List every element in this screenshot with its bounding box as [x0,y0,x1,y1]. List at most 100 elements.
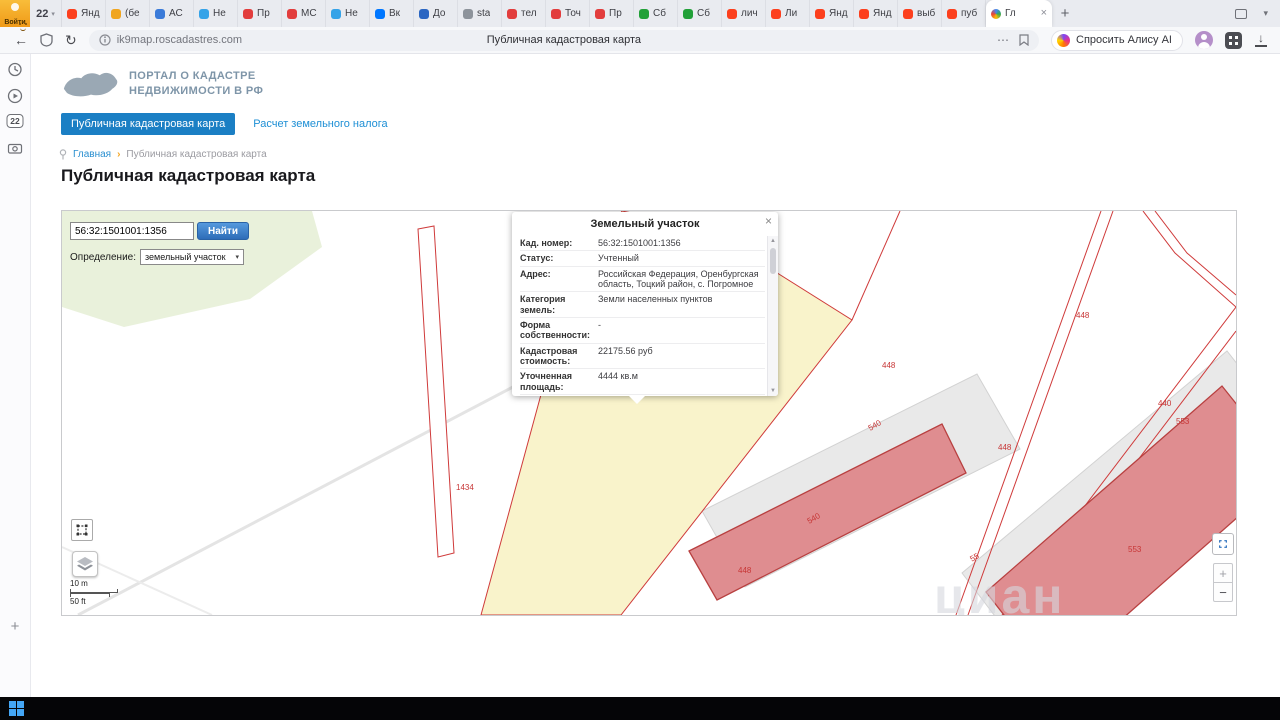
browser-tab[interactable]: Точ [546,0,590,27]
browser-tab[interactable]: Не [326,0,370,27]
tab-label: Гл [1005,8,1016,19]
browser-tab[interactable]: Янд [854,0,898,27]
search-button[interactable]: Найти [197,222,249,240]
tab-label: sta [477,8,491,19]
browser-tab[interactable]: sta [458,0,502,27]
start-logo-pane [9,709,16,716]
collapse-tabs-icon[interactable]: ▾ [1263,8,1268,19]
popup-row: Форма собственности: - [520,318,765,344]
tabs-panel-badge[interactable]: 22 [6,114,24,128]
scroll-up-icon[interactable]: ▲ [768,238,778,244]
browser-tab[interactable]: тел [502,0,546,27]
area-select-button[interactable] [71,519,93,541]
tab-label: (бе [125,8,140,19]
browser-tab[interactable]: Сб [634,0,678,27]
popup-row: Кадастровая стоимость: 22175.56 руб [520,344,765,370]
browser-tab[interactable]: Янд [810,0,854,27]
cadastral-map[interactable]: 143444844844844844055355354054055 циан Н… [61,210,1237,616]
tab-panel-icon[interactable] [1235,8,1248,19]
scrollbar-thumb[interactable] [770,248,776,274]
browser-tab[interactable]: Пр [590,0,634,27]
breadcrumb-home-link[interactable]: Главная [73,149,111,160]
logo-line2: НЕДВИЖИМОСТИ В РФ [129,85,264,97]
browser-tab[interactable]: выб [898,0,942,27]
browser-tab[interactable]: Сб [678,0,722,27]
protect-shield-icon[interactable] [40,33,53,47]
browser-profile-button[interactable]: Войти [0,0,30,27]
tab-list: Янд (бе АС Не Пр МС Не Вк До sta тел Точ Пр Сб Сб лич Ли… [62,0,986,27]
close-icon[interactable]: × [1041,8,1047,19]
tab-label: Сб [653,8,666,19]
downloads-button[interactable]: ↓ [1254,31,1268,48]
reload-button[interactable]: ↻ [65,33,77,47]
layers-button[interactable] [72,551,98,577]
map-filter-bar: Определение: земельный участок ▾ [70,249,245,265]
browser-tab[interactable]: Вк [370,0,414,27]
new-tab-button[interactable]: + [1052,0,1078,27]
parcel-info-popup: Земельный участок × Кад. номер: 56:32:150… [512,212,778,396]
chevron-down-icon: ▾ [51,10,55,18]
logo-line1: ПОРТАЛ О КАДАСТРЕ [129,69,256,82]
map-scale: 10 m 50 ft [70,579,118,606]
tab-count-value: 22 [36,7,49,20]
popup-row-value: 56:32:1501001:1356 [598,238,681,248]
start-button[interactable] [9,701,24,716]
cadastral-search-input[interactable] [70,222,194,240]
tab-favicon [551,8,561,19]
tab-favicon [859,8,869,19]
ask-alice-button[interactable]: Спросить Алису AI [1051,29,1183,51]
screenshot-camera-icon[interactable] [7,142,23,154]
popup-scrollbar[interactable]: ▲ ▼ [767,236,778,396]
bookmark-icon[interactable] [1019,34,1029,46]
browser-tab[interactable]: Янд [62,0,106,27]
tab-label: Не [345,8,358,19]
site-logo: ПОРТАЛ О КАДАСТРЕ НЕДВИЖИМОСТИ В РФ [61,66,263,102]
more-icon[interactable]: ⋯ [997,33,1009,47]
fullscreen-button[interactable] [1212,533,1234,555]
history-icon[interactable] [8,62,23,77]
nav-tab-land-tax[interactable]: Расчет земельного налога [253,118,387,130]
parcel-strip[interactable] [417,225,455,558]
boundary-line [851,211,901,321]
services-grid-icon[interactable] [1225,31,1242,49]
tab-label: пуб [961,8,978,19]
browser-tab[interactable]: До [414,0,458,27]
browser-tab-active[interactable]: Гл × [986,0,1052,27]
nav-tab-public-map[interactable]: Публичная кадастровая карта [61,113,236,135]
tab-favicon [463,8,473,19]
zoom-in-button[interactable]: + [1213,563,1233,583]
address-bar[interactable]: ik9map.roscadastres.com Публичная кадаст… [88,29,1040,51]
browser-toolbar: ← ↻ ik9map.roscadastres.com Публичная ка… [0,27,1280,54]
browser-tab[interactable]: Не [194,0,238,27]
tab-favicon [683,8,693,19]
tab-favicon [815,8,825,19]
browser-tab[interactable]: Пр [238,0,282,27]
close-icon[interactable]: × [765,215,772,227]
popup-rows: Кад. номер: 56:32:1501001:1356 Статус: Учте… [520,236,765,396]
back-button[interactable]: ← [14,33,28,47]
map-search-bar: Найти [70,222,249,240]
browser-tab[interactable]: лич [722,0,766,27]
site-page: ПОРТАЛ О КАДАСТРЕ НЕДВИЖИМОСТИ В РФ Публ… [31,54,1280,697]
browser-tab[interactable]: АС [150,0,194,27]
browser-tab[interactable]: Ли [766,0,810,27]
video-player-icon[interactable] [7,88,23,104]
browser-tab[interactable]: МС [282,0,326,27]
object-type-select[interactable]: земельный участок ▾ [140,249,245,265]
scroll-down-icon[interactable]: ▼ [768,388,778,394]
popup-pointer [628,395,646,404]
browser-tabstrip: Войти 22 ▾ Янд (бе АС Не Пр МС Не Вк До sta тел Точ… [0,0,1280,27]
url-text[interactable]: ik9map.roscadastres.com [117,34,242,46]
browser-tab[interactable]: (бе [106,0,150,27]
zoom-out-button[interactable]: − [1213,582,1233,602]
browser-tab[interactable]: пуб [942,0,986,27]
alice-label: Спросить Алису AI [1076,34,1172,46]
watermark: циан [934,568,1066,616]
popup-row-label: Адрес: [520,268,551,279]
tab-counter[interactable]: 22 ▾ [30,0,62,27]
screen: Войти 22 ▾ Янд (бе АС Не Пр МС Не Вк До sta тел Точ… [0,0,1280,720]
rail-add-icon[interactable]: + [11,618,20,635]
user-avatar[interactable] [1195,31,1213,49]
popup-row: Адрес: Российская Федерация, Оренбургская… [520,267,765,293]
boundary-line [1142,211,1236,308]
